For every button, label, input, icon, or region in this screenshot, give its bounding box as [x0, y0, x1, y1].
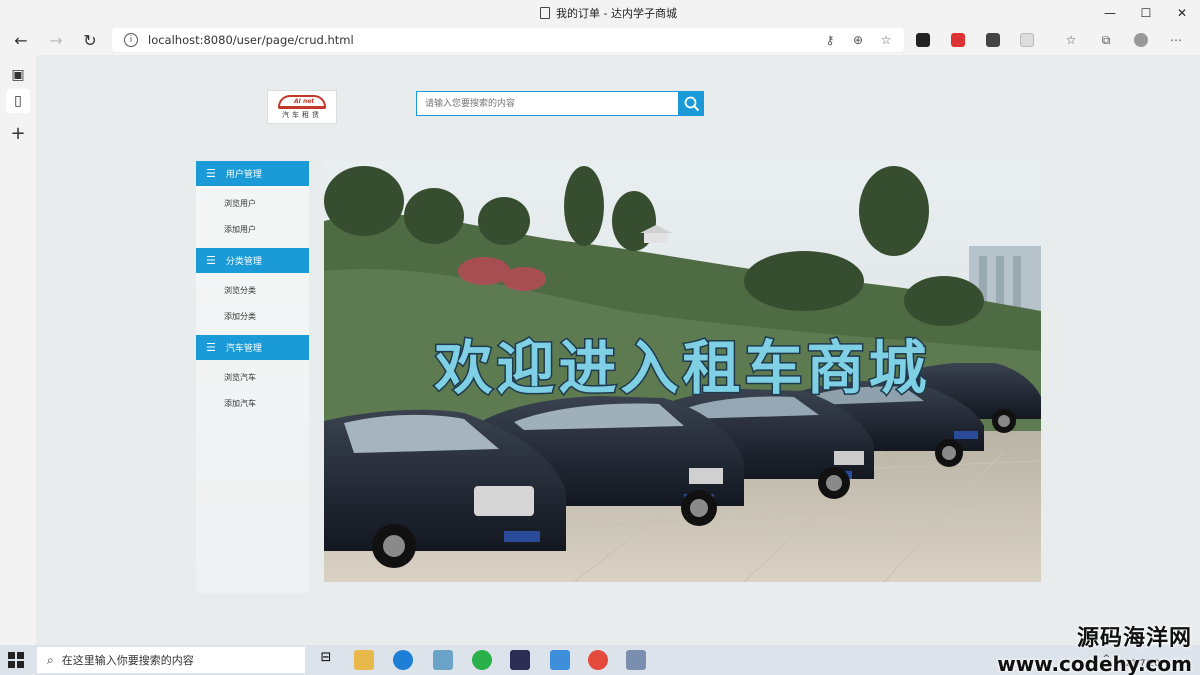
watermark-line2: www.codehy.com — [997, 652, 1192, 675]
menu-item-browse-cars[interactable]: 浏览汽车 — [196, 364, 309, 390]
extension-icon-4[interactable] — [1020, 33, 1034, 47]
chrome-icon[interactable] — [588, 650, 608, 670]
menu-item-add-category[interactable]: 添加分类 — [196, 303, 309, 329]
app-icon-6[interactable] — [550, 650, 570, 670]
site-watermark: 源码海洋网 www.codehy.com — [997, 620, 1192, 675]
menu-item-browse-users[interactable]: 浏览用户 — [196, 190, 309, 216]
intellij-icon[interactable] — [510, 650, 530, 670]
taskbar-search-text: 在这里输入你要搜索的内容 — [61, 654, 194, 667]
close-button[interactable]: ✕ — [1162, 0, 1200, 25]
menu-head-label: 汽车管理 — [225, 344, 262, 354]
address-bar-url: localhost:8080/user/page/crud.html — [148, 33, 354, 47]
watermark-line1: 源码海洋网 — [1076, 626, 1192, 651]
new-tab-icon[interactable]: + — [6, 121, 30, 145]
file-explorer-icon[interactable] — [354, 650, 374, 670]
menu-head-categories[interactable]: ☰ 分类管理 — [196, 248, 309, 273]
task-view-icon[interactable]: ⊟ — [316, 650, 336, 670]
window-title-text: 我的订单 - 达内学子商城 — [556, 7, 677, 20]
window-title: 我的订单 - 达内学子商城 — [540, 5, 677, 21]
page-icon — [540, 7, 550, 19]
extension-icon-1[interactable] — [916, 33, 930, 47]
edge-icon[interactable] — [393, 650, 413, 670]
forward-button[interactable]: → — [45, 29, 67, 51]
app-icon-3[interactable] — [433, 650, 453, 670]
menu-item-browse-categories[interactable]: 浏览分类 — [196, 277, 309, 303]
site-info-icon[interactable]: i — [124, 33, 138, 47]
menu-head-users[interactable]: ☰ 用户管理 — [196, 161, 309, 186]
tab-actions-icon[interactable]: ▣ — [6, 63, 30, 87]
search-icon: ⌕ — [47, 652, 54, 667]
maximize-button[interactable]: ☐ — [1126, 0, 1166, 25]
menu-item-add-car[interactable]: 添加汽车 — [196, 390, 309, 416]
site-logo[interactable]: AI net 汽车租赁 — [267, 90, 337, 124]
list-icon: ☰ — [206, 254, 216, 267]
refresh-button[interactable]: ↻ — [79, 29, 101, 51]
app-icon-8[interactable] — [626, 650, 646, 670]
extension-icon-3[interactable] — [986, 33, 1000, 47]
logo-brand-text: AI net — [294, 97, 315, 105]
add-favorite-icon[interactable]: ☆ — [878, 32, 894, 48]
search-input[interactable] — [416, 91, 679, 116]
collections-icon[interactable]: ⧉ — [1098, 32, 1114, 48]
search-icon — [684, 96, 699, 111]
menu-head-label: 用户管理 — [225, 170, 262, 180]
more-icon[interactable]: ⋯ — [1168, 32, 1184, 48]
extension-icon-2[interactable] — [951, 33, 965, 47]
vertical-tab-strip: ▣ ▯ + — [0, 55, 36, 645]
back-button[interactable]: ← — [10, 29, 32, 51]
banner-title: 欢迎进入租车商城 — [433, 333, 931, 404]
list-icon: ☰ — [206, 167, 216, 180]
profile-avatar[interactable] — [1134, 33, 1148, 47]
windows-start-icon[interactable] — [8, 652, 24, 668]
active-tab-page-icon[interactable]: ▯ — [6, 89, 30, 113]
site-search — [416, 91, 704, 116]
menu-group-users: ☰ 用户管理 浏览用户 添加用户 — [196, 161, 309, 242]
favorites-icon[interactable]: ☆ — [1063, 32, 1079, 48]
zoom-icon[interactable]: ⊕ — [850, 32, 866, 48]
browser-toolbar: ← → ↻ i localhost:8080/user/page/crud.ht… — [0, 25, 1200, 55]
menu-head-cars[interactable]: ☰ 汽车管理 — [196, 335, 309, 360]
logo-name-text: 汽车租赁 — [282, 110, 322, 119]
car-logo-icon: AI net — [278, 94, 326, 109]
window-titlebar: 我的订单 - 达内学子商城 — ☐ ✕ — [0, 0, 1200, 25]
menu-group-categories: ☰ 分类管理 浏览分类 添加分类 — [196, 248, 309, 329]
search-button[interactable] — [679, 91, 704, 116]
admin-sidebar: ☰ 用户管理 浏览用户 添加用户 ☰ 分类管理 浏览分类 添加分类 ☰ 汽车管理 — [196, 161, 309, 593]
list-icon: ☰ — [206, 341, 216, 354]
key-icon[interactable]: ⚷ — [822, 32, 838, 48]
menu-item-add-user[interactable]: 添加用户 — [196, 216, 309, 242]
minimize-button[interactable]: — — [1090, 0, 1130, 25]
welcome-banner: 欢迎进入租车商城 — [324, 161, 1041, 582]
menu-head-label: 分类管理 — [225, 257, 262, 267]
menu-group-cars: ☰ 汽车管理 浏览汽车 添加汽车 — [196, 335, 309, 416]
taskbar-search[interactable]: ⌕ 在这里输入你要搜索的内容 — [37, 647, 305, 673]
page-viewport: AI net 汽车租赁 ☰ 用户管理 浏览用户 添加用户 ☰ 分 — [36, 55, 1200, 645]
address-bar[interactable]: i localhost:8080/user/page/crud.html — [112, 28, 904, 52]
wechat-icon[interactable] — [472, 650, 492, 670]
